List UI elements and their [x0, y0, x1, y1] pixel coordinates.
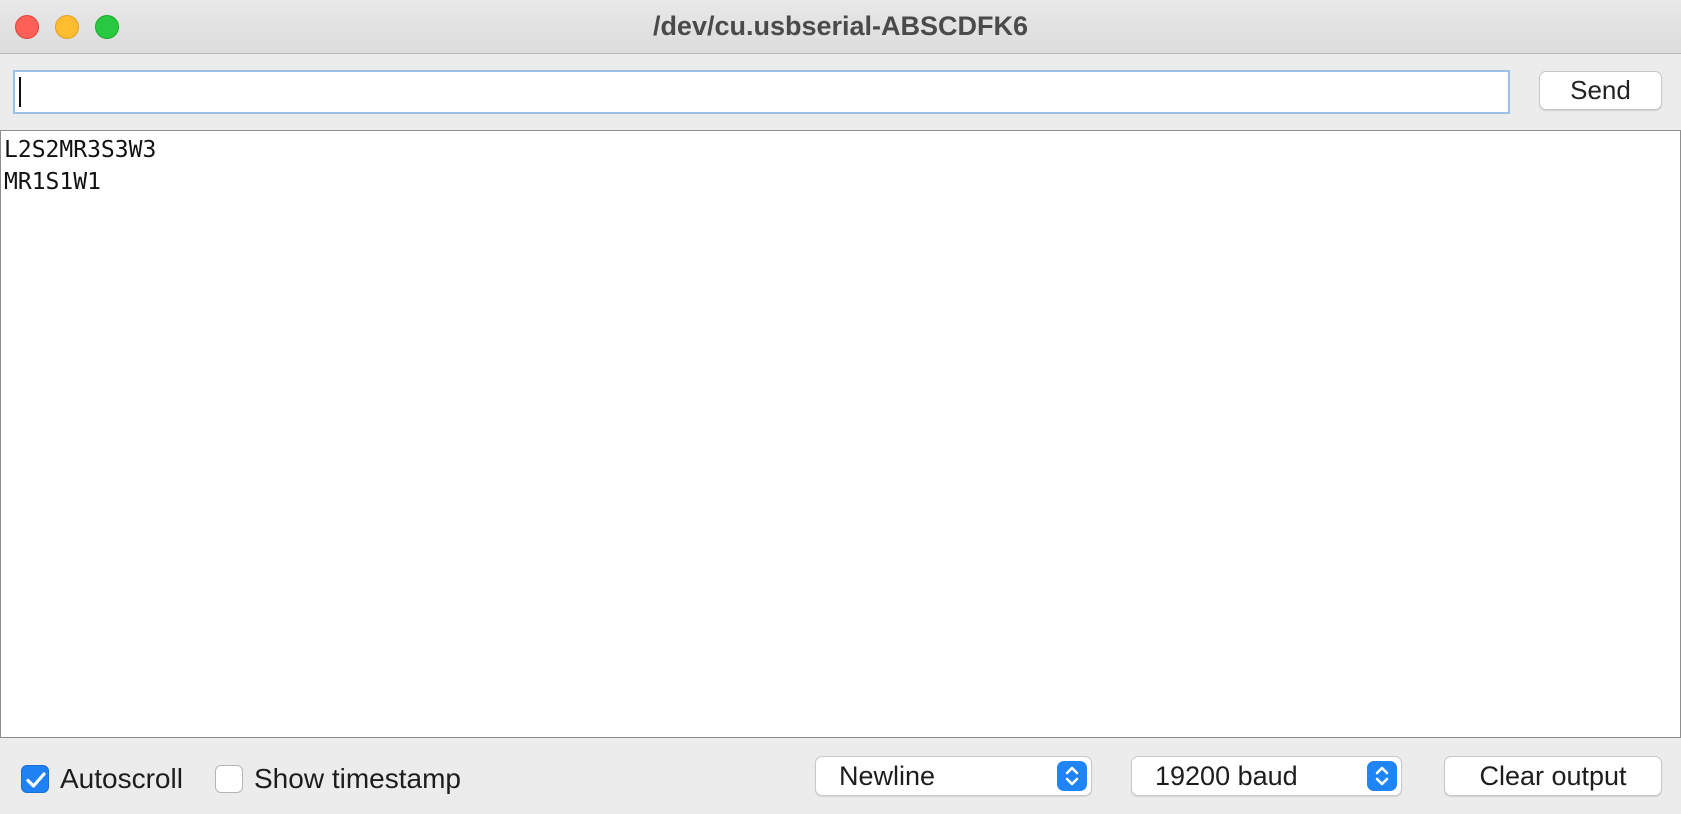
show-timestamp-checkbox[interactable]	[215, 765, 243, 793]
output-line: MR1S1W1	[4, 169, 101, 195]
baud-rate-value: 19200 baud	[1155, 761, 1298, 791]
show-timestamp-label: Show timestamp	[254, 763, 461, 794]
chevron-up-down-icon	[1057, 761, 1087, 791]
window-title: /dev/cu.usbserial-ABSCDFK6	[652, 11, 1029, 41]
clear-output-button[interactable]: Clear output	[1444, 756, 1662, 796]
serial-output[interactable]: L2S2MR3S3W3 MR1S1W1	[0, 130, 1681, 738]
serial-monitor-window: /dev/cu.usbserial-ABSCDFK6 Send L2S2MR3S…	[0, 0, 1681, 814]
text-cursor	[19, 77, 21, 107]
autoscroll-checkbox[interactable]	[21, 765, 49, 793]
output-line: L2S2MR3S3W3	[4, 137, 157, 163]
chevron-up-down-icon	[1367, 761, 1397, 791]
send-button[interactable]: Send	[1539, 71, 1662, 110]
checkmark-icon	[26, 772, 46, 788]
line-ending-value: Newline	[839, 761, 936, 791]
send-input[interactable]	[13, 70, 1510, 114]
autoscroll-label: Autoscroll	[60, 763, 183, 794]
line-ending-select[interactable]: Newline	[815, 756, 1092, 796]
baud-rate-select[interactable]: 19200 baud	[1131, 756, 1402, 796]
title-bar[interactable]: /dev/cu.usbserial-ABSCDFK6	[0, 0, 1681, 54]
